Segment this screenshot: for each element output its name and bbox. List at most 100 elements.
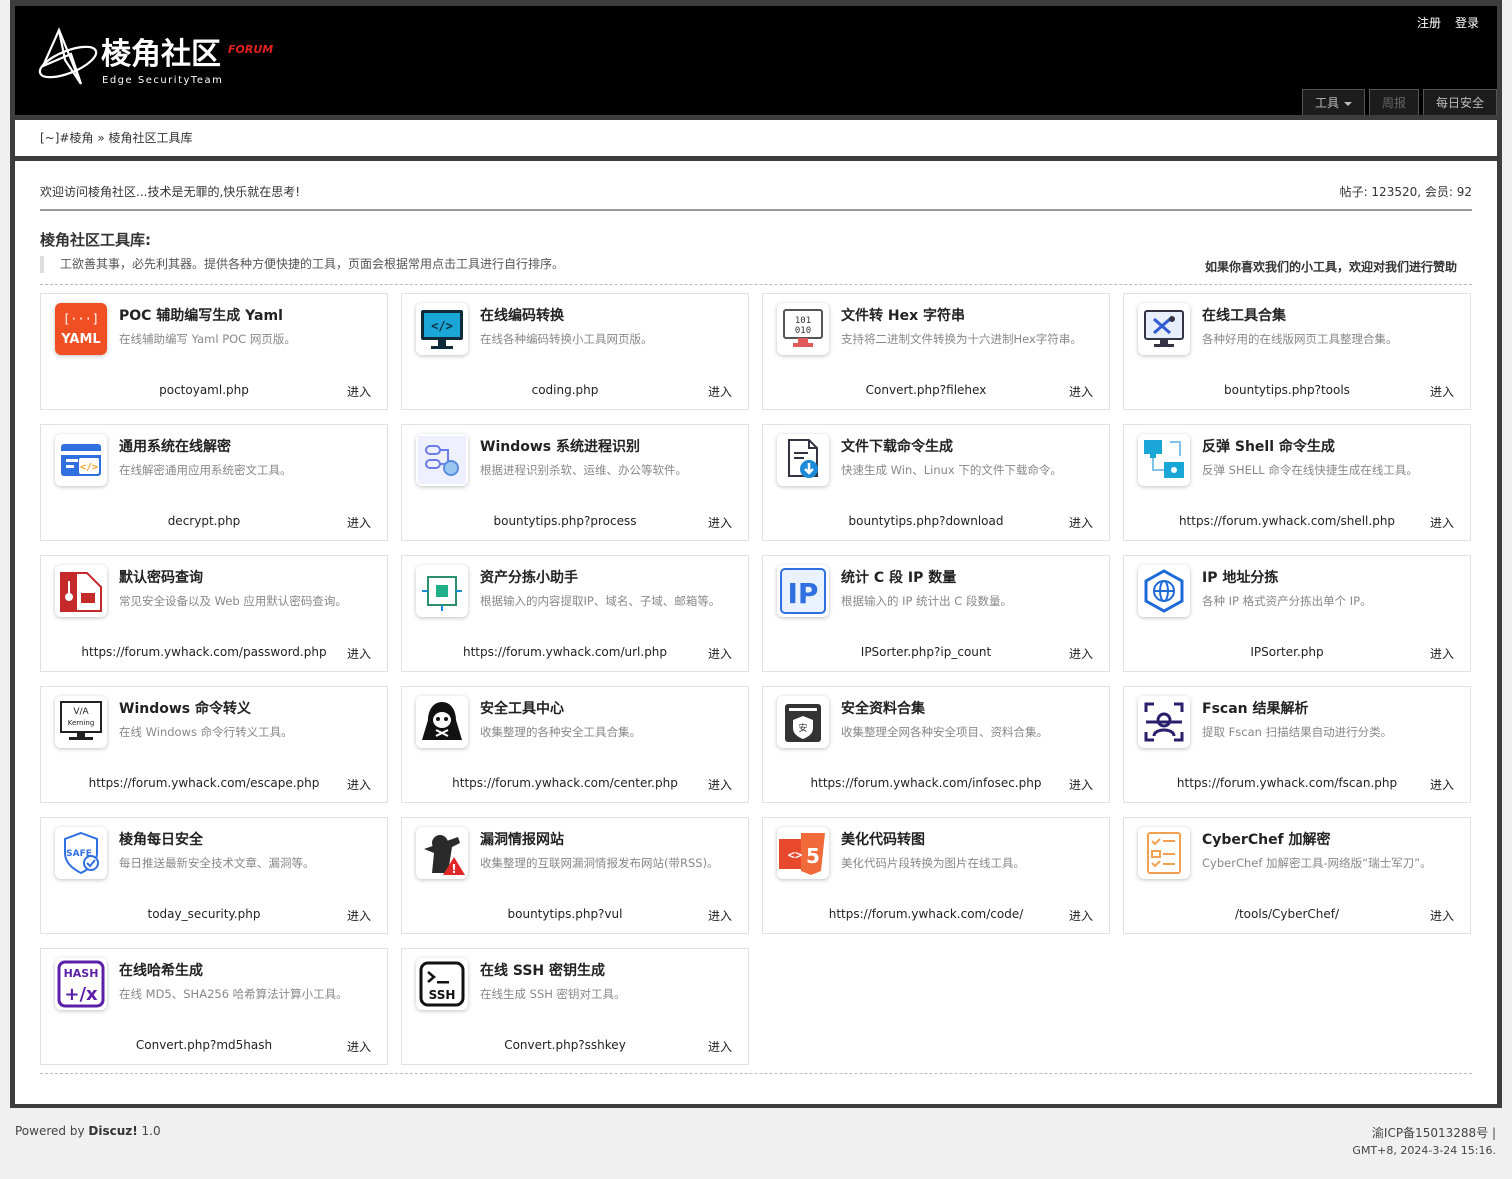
tool-card[interactable]: 安全工具中心 收集整理的各种安全工具合集。 https://forum.ywhack…	[401, 686, 749, 803]
tool-title[interactable]: CyberChef 加解密	[1202, 829, 1331, 849]
tool-enter-link[interactable]: 进入	[347, 645, 371, 662]
tool-card[interactable]: 资产分拣小助手 根据输入的内容提取IP、域名、子域、邮箱等。 https://for…	[401, 555, 749, 672]
hash-icon[interactable]: HASH +/x	[55, 958, 107, 1010]
download-file-icon[interactable]	[777, 434, 829, 486]
shield-doc-icon[interactable]: 安	[777, 696, 829, 748]
tool-card[interactable]: 在线工具合集 各种好用的在线版网页工具整理合集。 bountytips.php?to…	[1123, 293, 1471, 410]
icp-link[interactable]: 渝ICP备15013288号 |	[1372, 1124, 1496, 1141]
tool-title[interactable]: POC 辅助编写生成 Yaml	[119, 305, 283, 325]
tool-card[interactable]: 文件下载命令生成 快速生成 Win、Linux 下的文件下载命令。 bountyti…	[762, 424, 1110, 541]
hacker-icon[interactable]	[416, 696, 468, 748]
tool-title[interactable]: 统计 C 段 IP 数量	[841, 567, 956, 587]
tools-monitor-icon[interactable]	[1138, 303, 1190, 355]
tool-enter-link[interactable]: 进入	[347, 383, 371, 400]
svg-text:010: 010	[795, 326, 811, 336]
tool-title[interactable]: Windows 命令转义	[119, 698, 251, 718]
tool-title[interactable]: 文件下载命令生成	[841, 436, 953, 456]
tool-title[interactable]: 美化代码转图	[841, 829, 925, 849]
tool-card[interactable]: Fscan 结果解析 提取 Fscan 扫描结果自动进行分类。 https://fo…	[1123, 686, 1471, 803]
login-link[interactable]: 登录	[1455, 14, 1479, 31]
tool-card[interactable]: IP 统计 C 段 IP 数量 根据输入的 IP 统计出 C 段数量。 IPSorte…	[762, 555, 1110, 672]
tool-title[interactable]: 通用系统在线解密	[119, 436, 231, 456]
tool-title[interactable]: 反弹 Shell 命令生成	[1202, 436, 1335, 456]
tool-enter-link[interactable]: 进入	[1430, 645, 1454, 662]
tool-title[interactable]: 棱角每日安全	[119, 829, 203, 849]
tool-card[interactable]: CyberChef 加解密 CyberChef 加解密工具-网络版“瑞士军刀”。 /…	[1123, 817, 1471, 934]
tool-enter-link[interactable]: 进入	[347, 1038, 371, 1055]
tool-title[interactable]: 在线编码转换	[480, 305, 564, 325]
tool-title[interactable]: 在线 SSH 密钥生成	[480, 960, 605, 980]
kerning-icon[interactable]: V/A Kerning	[55, 696, 107, 748]
tool-enter-link[interactable]: 进入	[1069, 383, 1093, 400]
sort-icon[interactable]	[416, 565, 468, 617]
tool-enter-link[interactable]: 进入	[1069, 776, 1093, 793]
sponsor-link[interactable]: 如果你喜欢我们的小工具，欢迎对我们进行赞助	[1205, 258, 1457, 275]
tool-card[interactable]: HASH +/x 在线哈希生成 在线 MD5、SHA256 哈希算法计算小工具。 Con…	[40, 948, 388, 1065]
warning-icon[interactable]: !	[416, 827, 468, 879]
tool-card[interactable]: <> 5 美化代码转图 美化代码片段转换为图片在线工具。 https://forum.y…	[762, 817, 1110, 934]
password-icon[interactable]	[55, 565, 107, 617]
tool-title[interactable]: 默认密码查询	[119, 567, 203, 587]
nav-daily-security[interactable]: 每日安全	[1422, 89, 1497, 115]
tool-card[interactable]: IP 地址分拣 各种 IP 格式资产分拣出单个 IP。 IPSorter.php 进入	[1123, 555, 1471, 672]
tool-enter-link[interactable]: 进入	[708, 645, 732, 662]
safe-icon[interactable]: SAFE	[55, 827, 107, 879]
code-monitor-icon[interactable]: </>	[416, 303, 468, 355]
html5-icon[interactable]: <> 5	[777, 827, 829, 879]
register-link[interactable]: 注册	[1417, 14, 1441, 31]
tool-card[interactable]: 反弹 Shell 命令生成 反弹 SHELL 命令在线快捷生成在线工具。 https…	[1123, 424, 1471, 541]
tool-enter-link[interactable]: 进入	[347, 907, 371, 924]
tool-enter-link[interactable]: 进入	[708, 383, 732, 400]
tool-title[interactable]: IP 地址分拣	[1202, 567, 1278, 587]
tool-enter-link[interactable]: 进入	[347, 776, 371, 793]
tool-card[interactable]: Windows 系统进程识别 根据进程识别杀软、运维、办公等软件。 bountyti…	[401, 424, 749, 541]
checklist-icon[interactable]	[1138, 827, 1190, 879]
site-logo[interactable]: 棱角社区 FORUM Edge SecurityTeam	[35, 24, 295, 94]
tool-title[interactable]: 资产分拣小助手	[480, 567, 578, 587]
tool-card[interactable]: </> 在线编码转换 在线各种编码转换小工具网页版。 coding.php 进入	[401, 293, 749, 410]
process-icon[interactable]	[416, 434, 468, 486]
tool-title[interactable]: 安全工具中心	[480, 698, 564, 718]
tool-title[interactable]: 安全资料合集	[841, 698, 925, 718]
network-icon[interactable]	[1138, 434, 1190, 486]
scan-icon[interactable]	[1138, 696, 1190, 748]
tool-enter-link[interactable]: 进入	[708, 776, 732, 793]
tool-enter-link[interactable]: 进入	[1069, 907, 1093, 924]
tool-title[interactable]: 在线工具合集	[1202, 305, 1286, 325]
tool-card[interactable]: ! 漏洞情报网站 收集整理的互联网漏洞情报发布网站(带RSS)。 bountytips…	[401, 817, 749, 934]
tool-card[interactable]: V/A Kerning Windows 命令转义 在线 Windows 命令行转义工具…	[40, 686, 388, 803]
tool-enter-link[interactable]: 进入	[1069, 514, 1093, 531]
tool-title[interactable]: Windows 系统进程识别	[480, 436, 640, 456]
tool-card[interactable]: SAFE 棱角每日安全 每日推送最新安全技术文章、漏洞等。 today_securit…	[40, 817, 388, 934]
tool-enter-link[interactable]: 进入	[708, 907, 732, 924]
breadcrumb-home[interactable]: [~]#棱角	[40, 131, 93, 145]
tool-title[interactable]: 文件转 Hex 字符串	[841, 305, 965, 325]
decrypt-icon[interactable]: </>	[55, 434, 107, 486]
tool-card[interactable]: 101 010 文件转 Hex 字符串 支持将二进制文件转换为十六进制Hex字符串。 C…	[762, 293, 1110, 410]
nav-tools[interactable]: 工具	[1301, 89, 1365, 115]
tool-title[interactable]: Fscan 结果解析	[1202, 698, 1308, 718]
yaml-icon[interactable]: [···] YAML	[55, 303, 107, 355]
tool-enter-link[interactable]: 进入	[1430, 907, 1454, 924]
tool-card[interactable]: 安 安全资料合集 收集整理全网各种安全项目、资料合集。 https://forum.y…	[762, 686, 1110, 803]
tool-description: 在线 MD5、SHA256 哈希算法计算小工具。	[119, 987, 348, 1001]
tool-title[interactable]: 在线哈希生成	[119, 960, 203, 980]
globe-icon[interactable]	[1138, 565, 1190, 617]
ssh-icon[interactable]: SSH	[416, 958, 468, 1010]
tool-card[interactable]: [···] YAML POC 辅助编写生成 Yaml 在线辅助编写 Yaml POC …	[40, 293, 388, 410]
tool-enter-link[interactable]: 进入	[1069, 645, 1093, 662]
tool-enter-link[interactable]: 进入	[1430, 514, 1454, 531]
tool-enter-link[interactable]: 进入	[708, 514, 732, 531]
discuz-link[interactable]: Discuz!	[88, 1124, 137, 1138]
tool-enter-link[interactable]: 进入	[708, 1038, 732, 1055]
tool-card[interactable]: SSH 在线 SSH 密钥生成 在线生成 SSH 密钥对工具。 Convert.php…	[401, 948, 749, 1065]
tool-card[interactable]: 默认密码查询 常见安全设备以及 Web 应用默认密码查询。 https://foru…	[40, 555, 388, 672]
ip-icon[interactable]: IP	[777, 565, 829, 617]
tool-title[interactable]: 漏洞情报网站	[480, 829, 564, 849]
tool-enter-link[interactable]: 进入	[347, 514, 371, 531]
tool-card[interactable]: </> 通用系统在线解密 在线解密通用应用系统密文工具。 decrypt.php 进入	[40, 424, 388, 541]
binary-monitor-icon[interactable]: 101 010	[777, 303, 829, 355]
nav-weekly[interactable]: 周报	[1368, 89, 1419, 115]
tool-enter-link[interactable]: 进入	[1430, 383, 1454, 400]
tool-enter-link[interactable]: 进入	[1430, 776, 1454, 793]
